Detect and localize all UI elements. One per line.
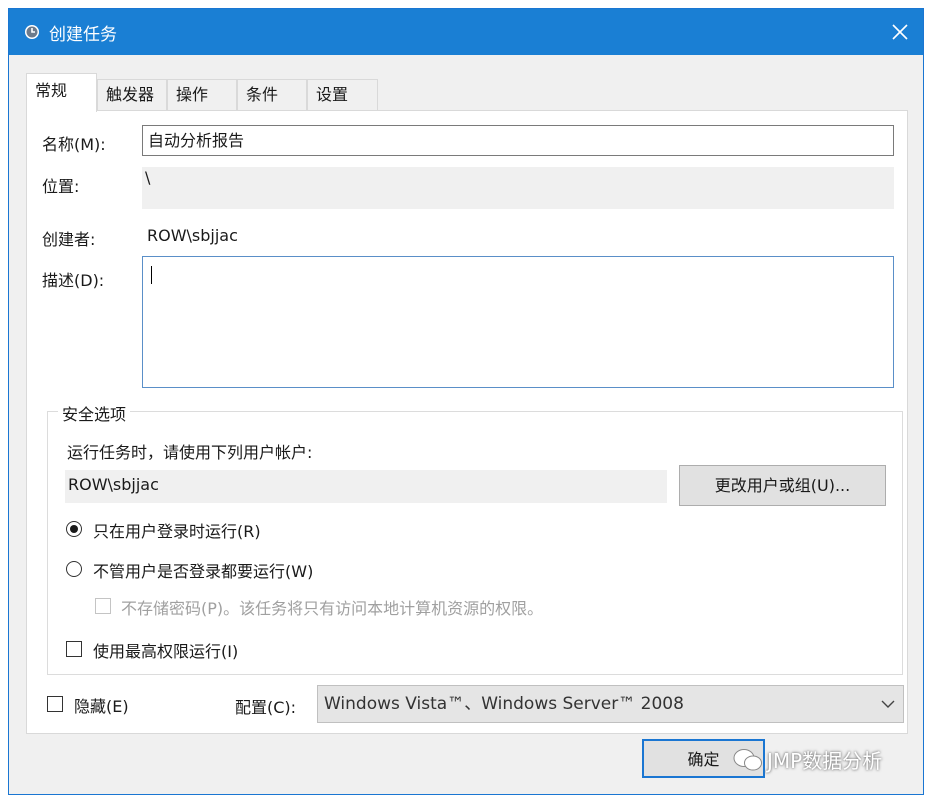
title-bar[interactable]: 创建任务: [9, 9, 923, 55]
tab-triggers[interactable]: 触发器: [97, 79, 167, 111]
hidden-label[interactable]: 隐藏(E): [74, 693, 129, 717]
configure-label: 配置(C):: [235, 698, 297, 717]
location-value: \: [145, 168, 151, 187]
tab-label: 常规: [35, 81, 68, 100]
tab-label: 条件: [246, 85, 279, 104]
ok-label: 确定: [687, 750, 720, 769]
tab-actions[interactable]: 操作: [167, 79, 237, 111]
description-field[interactable]: [142, 256, 894, 388]
hidden-checkbox[interactable]: [47, 696, 63, 712]
highest-privileges-checkbox[interactable]: [66, 641, 82, 657]
configure-value: Windows Vista™、Windows Server™ 2008: [324, 694, 684, 714]
wechat-icon: [733, 748, 762, 770]
radio-run-whether-logged-label[interactable]: 不管用户是否登录都要运行(W): [93, 558, 313, 582]
change-user-label: 更改用户或组(U)...: [714, 476, 851, 495]
name-value: 自动分析报告: [148, 131, 245, 150]
run-as-prompt: 运行任务时，请使用下列用户帐户:: [67, 443, 313, 462]
user-account-field: ROW\sbjjac: [65, 470, 667, 503]
location-field: \: [142, 167, 894, 209]
close-button[interactable]: [877, 9, 923, 55]
tab-settings[interactable]: 设置: [307, 79, 378, 111]
user-account-value: ROW\sbjjac: [68, 475, 159, 494]
clock-icon: [25, 25, 39, 39]
watermark-text: JMP数据分析: [767, 749, 883, 773]
chevron-down-icon: [881, 700, 895, 708]
no-store-password-checkbox[interactable]: [95, 598, 111, 614]
general-tab-panel: 名称(M): 自动分析报告 位置: \ 创建者: ROW\sbjjac 描述(D…: [26, 110, 908, 734]
no-store-password-label: 不存储密码(P)。该任务将只有访问本地计算机资源的权限。: [121, 599, 544, 618]
author-value: ROW\sbjjac: [147, 226, 238, 245]
window-title: 创建任务: [49, 25, 117, 45]
security-options-group: 安全选项 运行任务时，请使用下列用户帐户: ROW\sbjjac 更改用户或组(…: [47, 401, 903, 675]
description-label: 描述(D):: [42, 271, 105, 290]
tab-conditions[interactable]: 条件: [237, 79, 307, 111]
radio-run-whether-logged[interactable]: [66, 561, 82, 577]
security-group-title: 安全选项: [58, 401, 131, 425]
name-label: 名称(M):: [42, 135, 106, 154]
close-icon: [892, 24, 908, 40]
radio-selected-dot: [70, 525, 78, 533]
location-label: 位置:: [42, 177, 80, 196]
tab-label: 触发器: [106, 85, 155, 104]
tab-general[interactable]: 常规: [26, 73, 97, 112]
watermark: JMP数据分析: [733, 745, 882, 774]
tab-label: 操作: [176, 85, 209, 104]
text-caret: [151, 266, 152, 284]
name-field[interactable]: 自动分析报告: [142, 125, 894, 156]
change-user-button[interactable]: 更改用户或组(U)...: [679, 465, 886, 506]
author-label: 创建者:: [42, 230, 96, 249]
radio-run-logged-on-label[interactable]: 只在用户登录时运行(R): [93, 518, 261, 542]
configure-dropdown[interactable]: Windows Vista™、Windows Server™ 2008: [317, 685, 904, 723]
create-task-dialog: 创建任务 常规 触发器 操作 条件 设置 名称(M): 自动分析报告 位置: \…: [8, 8, 924, 795]
tab-label: 设置: [316, 85, 349, 104]
highest-privileges-label[interactable]: 使用最高权限运行(I): [93, 638, 238, 662]
radio-run-logged-on[interactable]: [66, 521, 82, 537]
